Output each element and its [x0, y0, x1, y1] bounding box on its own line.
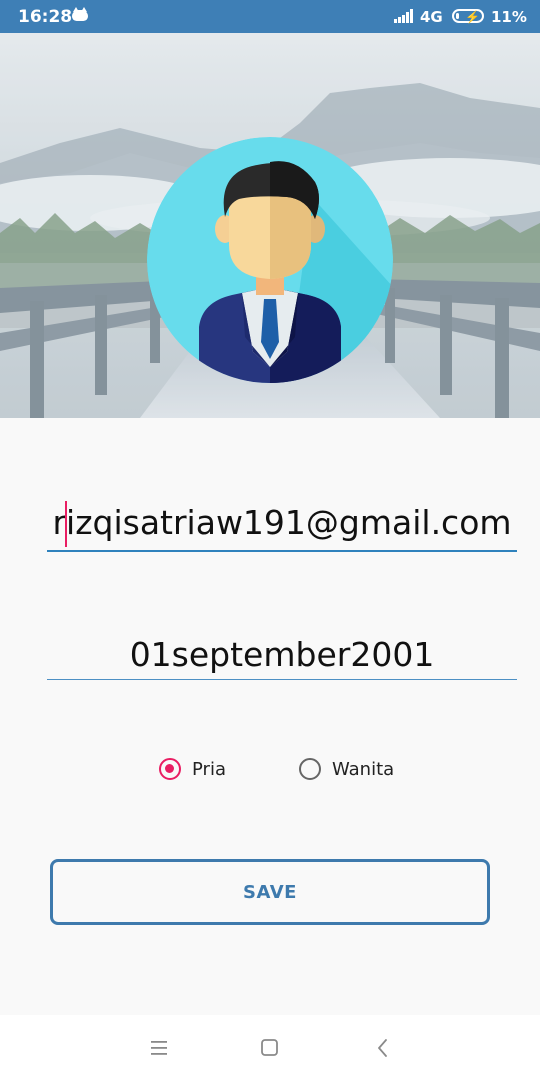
radio-unchecked-icon[interactable] — [299, 758, 321, 780]
radio-pria-label: Pria — [192, 758, 226, 780]
email-field[interactable]: rizqisatriaw191@gmail.com — [47, 497, 517, 552]
businessman-avatar-icon[interactable] — [147, 137, 393, 383]
back-icon[interactable] — [370, 1035, 396, 1061]
status-time: 16:28 — [18, 7, 73, 27]
battery-charging-icon: ⚡ — [452, 9, 484, 24]
header-background-image — [0, 33, 540, 418]
radio-wanita-label: Wanita — [332, 758, 395, 780]
home-square-icon[interactable] — [257, 1035, 283, 1061]
text-cursor — [65, 501, 67, 547]
birthdate-input-value[interactable]: 01september2001 — [130, 635, 435, 674]
navigation-bar — [0, 1015, 540, 1080]
status-bar: 16:28 4G ⚡ 11% — [0, 0, 540, 33]
save-button[interactable]: SAVE — [50, 859, 490, 925]
radio-pria[interactable]: Pria — [159, 754, 226, 784]
battery-percent: 11% — [491, 8, 527, 26]
signal-icon — [394, 9, 416, 23]
radio-checked-icon[interactable] — [159, 758, 181, 780]
email-input-value[interactable]: rizqisatriaw191@gmail.com — [52, 503, 511, 542]
cat-notification-icon — [72, 7, 88, 21]
birthdate-field[interactable]: 01september2001 — [47, 632, 517, 680]
menu-icon[interactable] — [146, 1035, 172, 1061]
network-type: 4G — [420, 8, 443, 26]
radio-wanita[interactable]: Wanita — [299, 754, 394, 784]
battery-level — [456, 13, 459, 19]
